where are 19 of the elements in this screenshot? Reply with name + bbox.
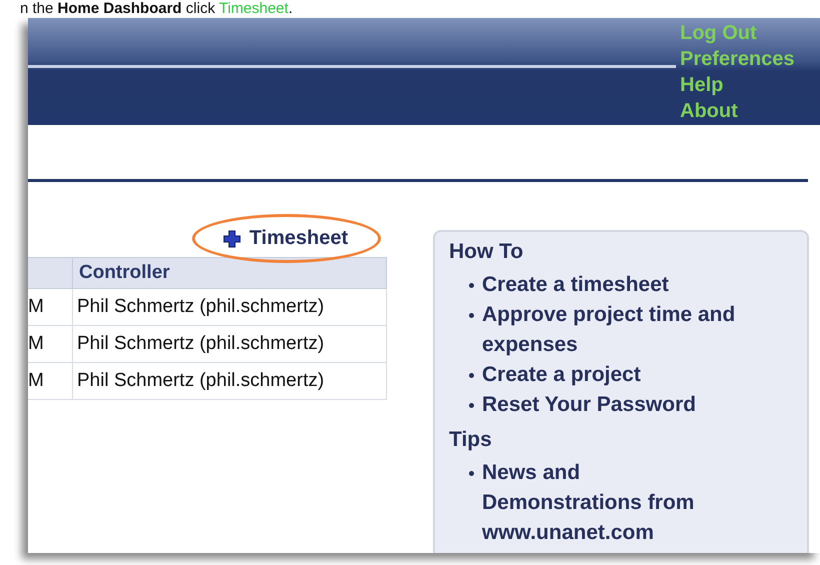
table-cell: M — [28, 326, 72, 362]
panel-link[interactable]: Approve project time and expenses — [482, 300, 744, 360]
table-cell: M — [28, 362, 72, 400]
instruction-text: n the Home Dashboard click Timesheet. — [19, 0, 294, 18]
panel-link[interactable]: News and Demonstrations from www.unanet.com — [482, 458, 744, 548]
table-cell: M — [28, 288, 72, 326]
panel-link[interactable]: Create a project — [482, 360, 744, 390]
table-cell: Phil Schmertz (phil.schmertz) — [72, 288, 386, 326]
plus-icon — [223, 230, 242, 248]
panel-link[interactable]: Reset Your Password — [482, 390, 744, 420]
table-cell: Phil Schmertz (phil.schmertz) — [72, 326, 386, 362]
header-link[interactable]: Help — [680, 72, 820, 98]
section-title: Tips — [449, 427, 493, 453]
header-link[interactable]: About — [680, 98, 820, 124]
column-header: Controller — [72, 258, 386, 288]
panel-link[interactable]: Create a timesheet — [482, 270, 744, 300]
table-cell: Phil Schmertz (phil.schmertz) — [72, 362, 386, 400]
section-title: How To — [449, 239, 524, 265]
header-link[interactable]: Preferences — [680, 46, 820, 72]
